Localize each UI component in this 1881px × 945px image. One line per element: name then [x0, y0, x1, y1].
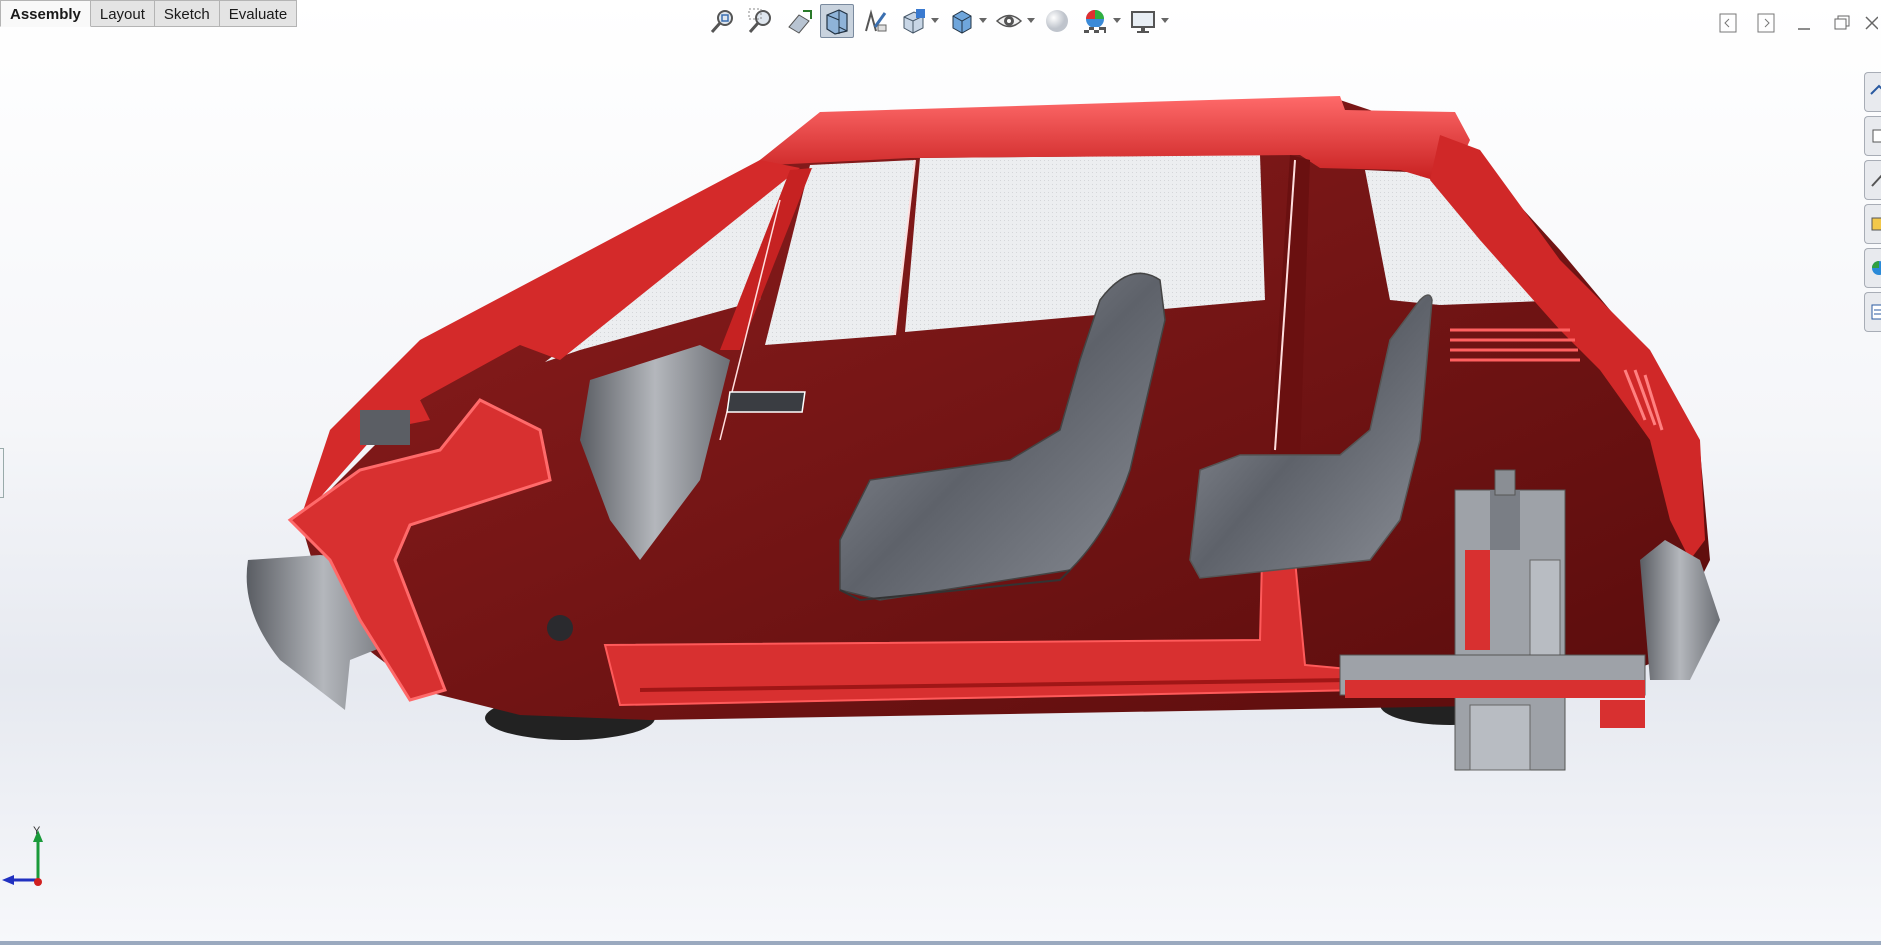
- display-style-button[interactable]: [944, 4, 978, 38]
- view-orientation-button[interactable]: [896, 4, 930, 38]
- restore-icon: [1834, 15, 1850, 30]
- view-orientation-dropdown[interactable]: [930, 4, 940, 38]
- apply-scene-icon: [1084, 10, 1106, 33]
- section-view-icon: [826, 9, 848, 35]
- task-pane-resources-tab[interactable]: [1864, 116, 1881, 156]
- tile-right-button[interactable]: [1747, 8, 1785, 38]
- view-orientation-icon: [903, 9, 925, 34]
- hide-show-items-button[interactable]: [992, 4, 1026, 38]
- caret-down-icon: [1027, 18, 1035, 23]
- caret-down-icon: [979, 18, 987, 23]
- close-button[interactable]: [1861, 8, 1881, 38]
- hide-show-items-icon: [995, 14, 1023, 28]
- caret-down-icon: [931, 18, 939, 23]
- view-settings-button[interactable]: [1126, 4, 1160, 38]
- apply-scene-dropdown[interactable]: [1112, 4, 1122, 38]
- edit-appearance-button[interactable]: [1040, 4, 1074, 38]
- graphics-area[interactable]: Assembly Layout Sketch Evaluate Y: [0, 0, 1881, 945]
- zoom-to-area-icon: [748, 8, 771, 33]
- heads-up-view-toolbar: [706, 2, 1174, 40]
- file-explorer-icon: [1871, 217, 1881, 231]
- previous-view-icon: [788, 10, 812, 34]
- dynamic-annotation-button[interactable]: [858, 4, 892, 38]
- tab-sketch[interactable]: Sketch: [154, 0, 220, 27]
- front-mount-hole: [547, 615, 573, 641]
- task-pane-file-explorer-tab[interactable]: [1864, 204, 1881, 244]
- minimize-button[interactable]: [1785, 8, 1823, 38]
- hide-show-dropdown[interactable]: [1026, 4, 1036, 38]
- resources-icon: [1872, 129, 1881, 143]
- car-section-model[interactable]: [0, 0, 1881, 945]
- axis-triad-icon: [2, 830, 43, 886]
- close-icon: [1865, 16, 1878, 30]
- home-icon: [1870, 84, 1881, 95]
- tab-layout[interactable]: Layout: [90, 0, 155, 27]
- task-pane-design-library-tab[interactable]: [1864, 160, 1881, 200]
- task-pane-custom-properties-tab[interactable]: [1864, 292, 1881, 332]
- tile-right-icon: [1757, 13, 1775, 33]
- task-pane-appearances-tab[interactable]: [1864, 248, 1881, 288]
- tile-left-button[interactable]: [1709, 8, 1747, 38]
- triad-y-label: Y: [33, 825, 41, 837]
- previous-view-button[interactable]: [782, 4, 816, 38]
- caret-down-icon: [1161, 18, 1169, 23]
- view-settings-icon: [1131, 11, 1155, 33]
- tab-assembly[interactable]: Assembly: [0, 0, 91, 27]
- display-style-icon: [952, 10, 972, 34]
- viewport-bottom-border: [0, 941, 1881, 945]
- view-settings-dropdown[interactable]: [1160, 4, 1170, 38]
- window-controls: [1709, 8, 1881, 38]
- zoom-to-area-button[interactable]: [744, 4, 778, 38]
- minimize-icon: [1798, 28, 1810, 30]
- edit-appearance-icon: [1046, 10, 1068, 32]
- task-pane-home-tab[interactable]: [1864, 72, 1881, 112]
- zoom-to-fit-icon: [710, 10, 733, 33]
- appearances-icon: [1872, 261, 1881, 275]
- display-style-dropdown[interactable]: [978, 4, 988, 38]
- apply-scene-button[interactable]: [1078, 4, 1112, 38]
- caret-down-icon: [1113, 18, 1121, 23]
- headlight-housing: [360, 410, 410, 445]
- tile-left-icon: [1719, 13, 1737, 33]
- task-pane-tabs: [1864, 72, 1881, 336]
- custom-properties-icon: [1871, 304, 1881, 320]
- door-handle: [726, 391, 806, 413]
- design-library-icon: [1871, 174, 1881, 187]
- reference-triad: Y: [0, 820, 60, 900]
- section-view-button[interactable]: [820, 4, 854, 38]
- dynamic-annotation-icon: [865, 9, 887, 32]
- restore-button[interactable]: [1823, 8, 1861, 38]
- zoom-to-fit-button[interactable]: [706, 4, 740, 38]
- tab-evaluate[interactable]: Evaluate: [219, 0, 298, 27]
- command-manager-tabs: Assembly Layout Sketch Evaluate: [0, 0, 298, 28]
